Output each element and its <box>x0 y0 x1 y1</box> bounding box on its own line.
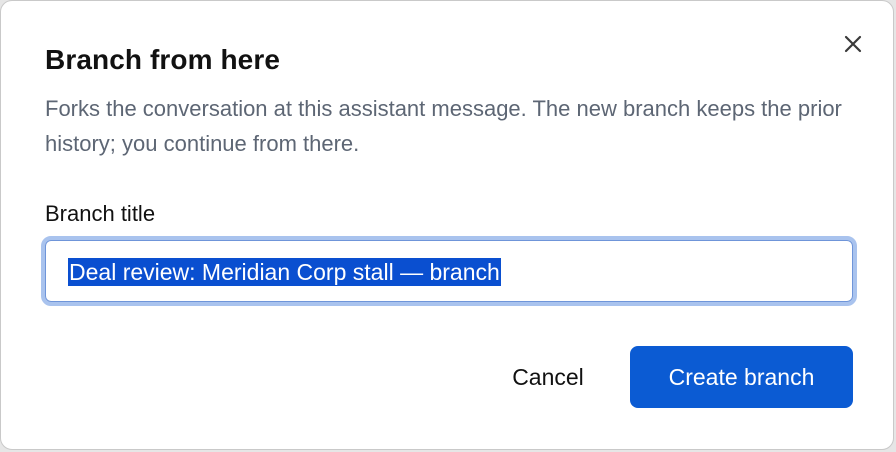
branch-title-value[interactable]: Deal review: Meridian Corp stall — branc… <box>68 258 501 286</box>
dialog-title: Branch from here <box>45 44 280 75</box>
branch-title-input[interactable]: Deal review: Meridian Corp stall — branc… <box>41 236 857 306</box>
close-button[interactable] <box>838 29 868 59</box>
branch-title-label: Branch title <box>45 201 156 226</box>
dialog-description: Forks the conversation at this assistant… <box>45 96 842 156</box>
close-icon <box>844 35 862 53</box>
cancel-button[interactable]: Cancel <box>487 347 609 407</box>
create-branch-button[interactable]: Create branch <box>630 346 853 408</box>
branch-dialog: Branch from here Forks the conversation … <box>0 0 894 450</box>
